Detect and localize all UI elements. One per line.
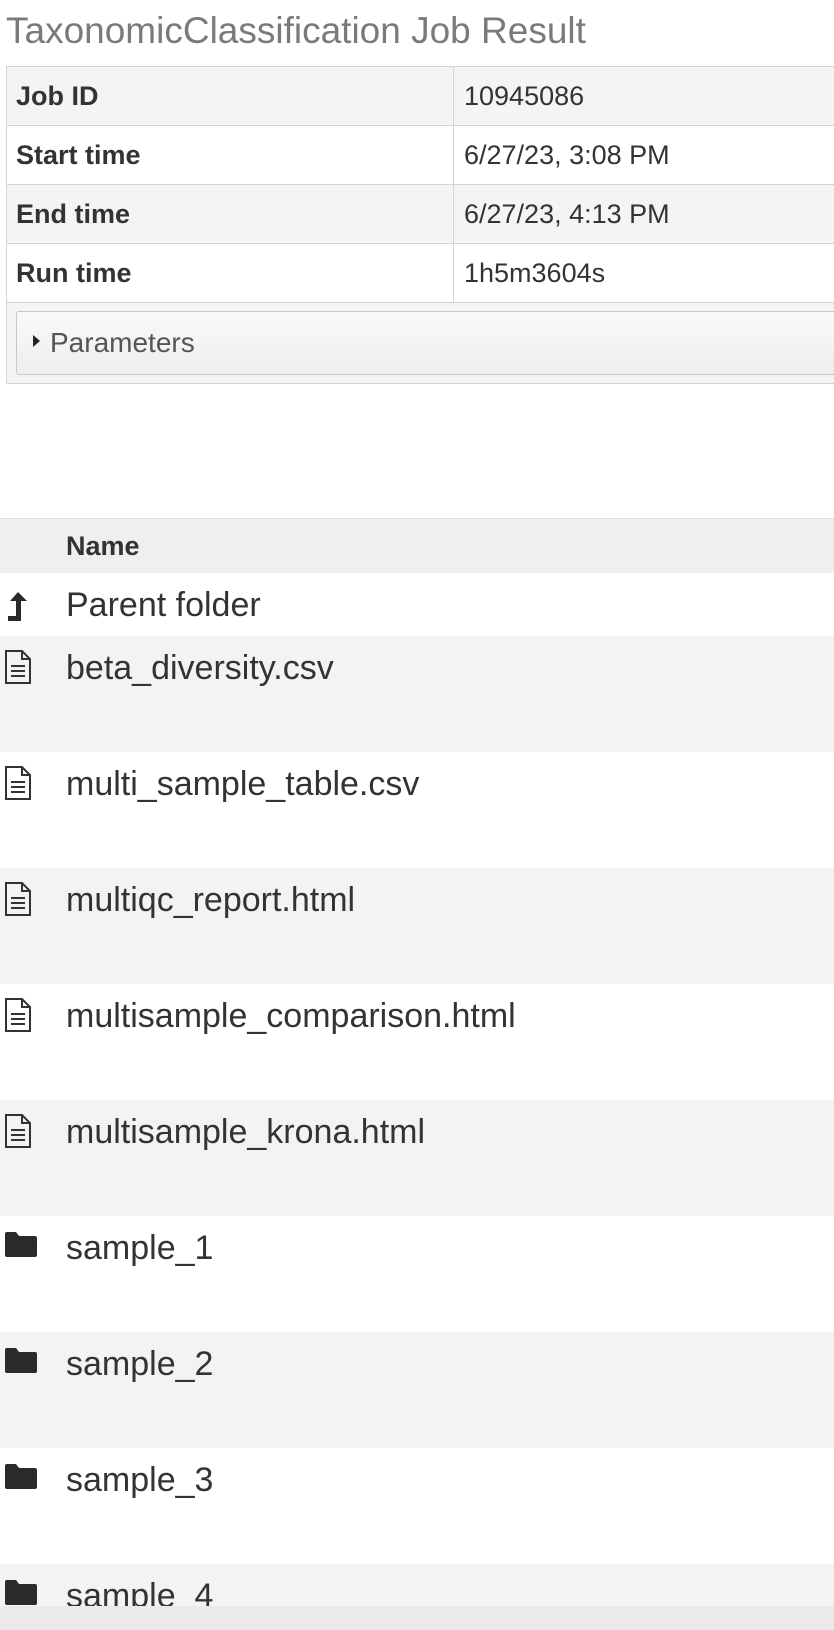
page-title: TaxonomicClassification Job Result (6, 10, 586, 51)
name-column-header[interactable]: Name (66, 531, 140, 562)
job-row-value: 10945086 (464, 81, 585, 111)
file-icon (5, 882, 31, 916)
folder-name: sample_3 (66, 1461, 214, 1499)
job-row-end-time: End time 6/27/23, 4:13 PM (7, 185, 834, 244)
parent-folder-label: Parent folder (66, 585, 261, 624)
caret-right-icon (33, 335, 40, 347)
level-up-icon (8, 591, 27, 621)
folder-row[interactable]: sample_3 (0, 1448, 834, 1564)
job-row-start-time: Start time 6/27/23, 3:08 PM (7, 126, 834, 185)
file-row[interactable]: multisample_comparison.html (0, 984, 834, 1100)
icon-cell (0, 588, 66, 622)
folder-name: sample_2 (66, 1345, 214, 1383)
icon-cell (0, 636, 66, 684)
icon-cell (0, 1216, 66, 1260)
job-row-label: Run time (7, 244, 454, 302)
horizontal-scrollbar[interactable] (0, 1606, 834, 1630)
icon-cell (0, 1448, 66, 1492)
folder-row[interactable]: sample_1 (0, 1216, 834, 1332)
file-name: beta_diversity.csv (66, 649, 334, 687)
job-row-label: End time (7, 185, 454, 243)
icon-cell (0, 868, 66, 916)
folder-icon (5, 1348, 37, 1373)
icon-cell (0, 752, 66, 800)
parameters-toggle[interactable]: Parameters (16, 311, 834, 375)
job-row-id: Job ID 10945086 (7, 67, 834, 126)
file-row[interactable]: multiqc_report.html (0, 868, 834, 984)
job-row-run-time: Run time 1h5m3604s (7, 244, 834, 303)
icon-cell (0, 1332, 66, 1376)
icon-cell (0, 1100, 66, 1148)
icon-cell (0, 984, 66, 1032)
file-icon (5, 650, 31, 684)
job-row-value: 6/27/23, 3:08 PM (464, 140, 670, 170)
folder-icon (5, 1580, 37, 1605)
job-info-table: Job ID 10945086 Start time 6/27/23, 3:08… (6, 66, 834, 384)
file-browser: Name Parent folder beta_diversity.csv mu… (0, 518, 834, 1630)
file-row[interactable]: beta_diversity.csv (0, 636, 834, 752)
file-name: multisample_comparison.html (66, 997, 516, 1035)
parent-folder-row[interactable]: Parent folder (0, 573, 834, 636)
job-row-value: 6/27/23, 4:13 PM (464, 199, 670, 229)
job-row-label: Job ID (7, 67, 454, 125)
file-name: multiqc_report.html (66, 881, 356, 919)
folder-row[interactable]: sample_2 (0, 1332, 834, 1448)
file-row[interactable]: multisample_krona.html (0, 1100, 834, 1216)
parameters-section: Parameters (7, 303, 834, 383)
icon-cell (0, 1564, 66, 1608)
job-row-value: 1h5m3604s (464, 258, 606, 288)
file-icon (5, 998, 31, 1032)
folder-name: sample_1 (66, 1229, 214, 1267)
file-icon (5, 1114, 31, 1148)
parameters-label: Parameters (50, 327, 195, 358)
job-result-page: TaxonomicClassification Job Result Job I… (0, 0, 834, 1630)
file-name: multisample_krona.html (66, 1113, 426, 1151)
folder-icon (5, 1464, 37, 1489)
job-row-label: Start time (7, 126, 454, 184)
folder-icon (5, 1232, 37, 1257)
file-icon (5, 766, 31, 800)
file-table-header: Name (0, 518, 834, 573)
file-row[interactable]: multi_sample_table.csv (0, 752, 834, 868)
file-name: multi_sample_table.csv (66, 765, 420, 803)
